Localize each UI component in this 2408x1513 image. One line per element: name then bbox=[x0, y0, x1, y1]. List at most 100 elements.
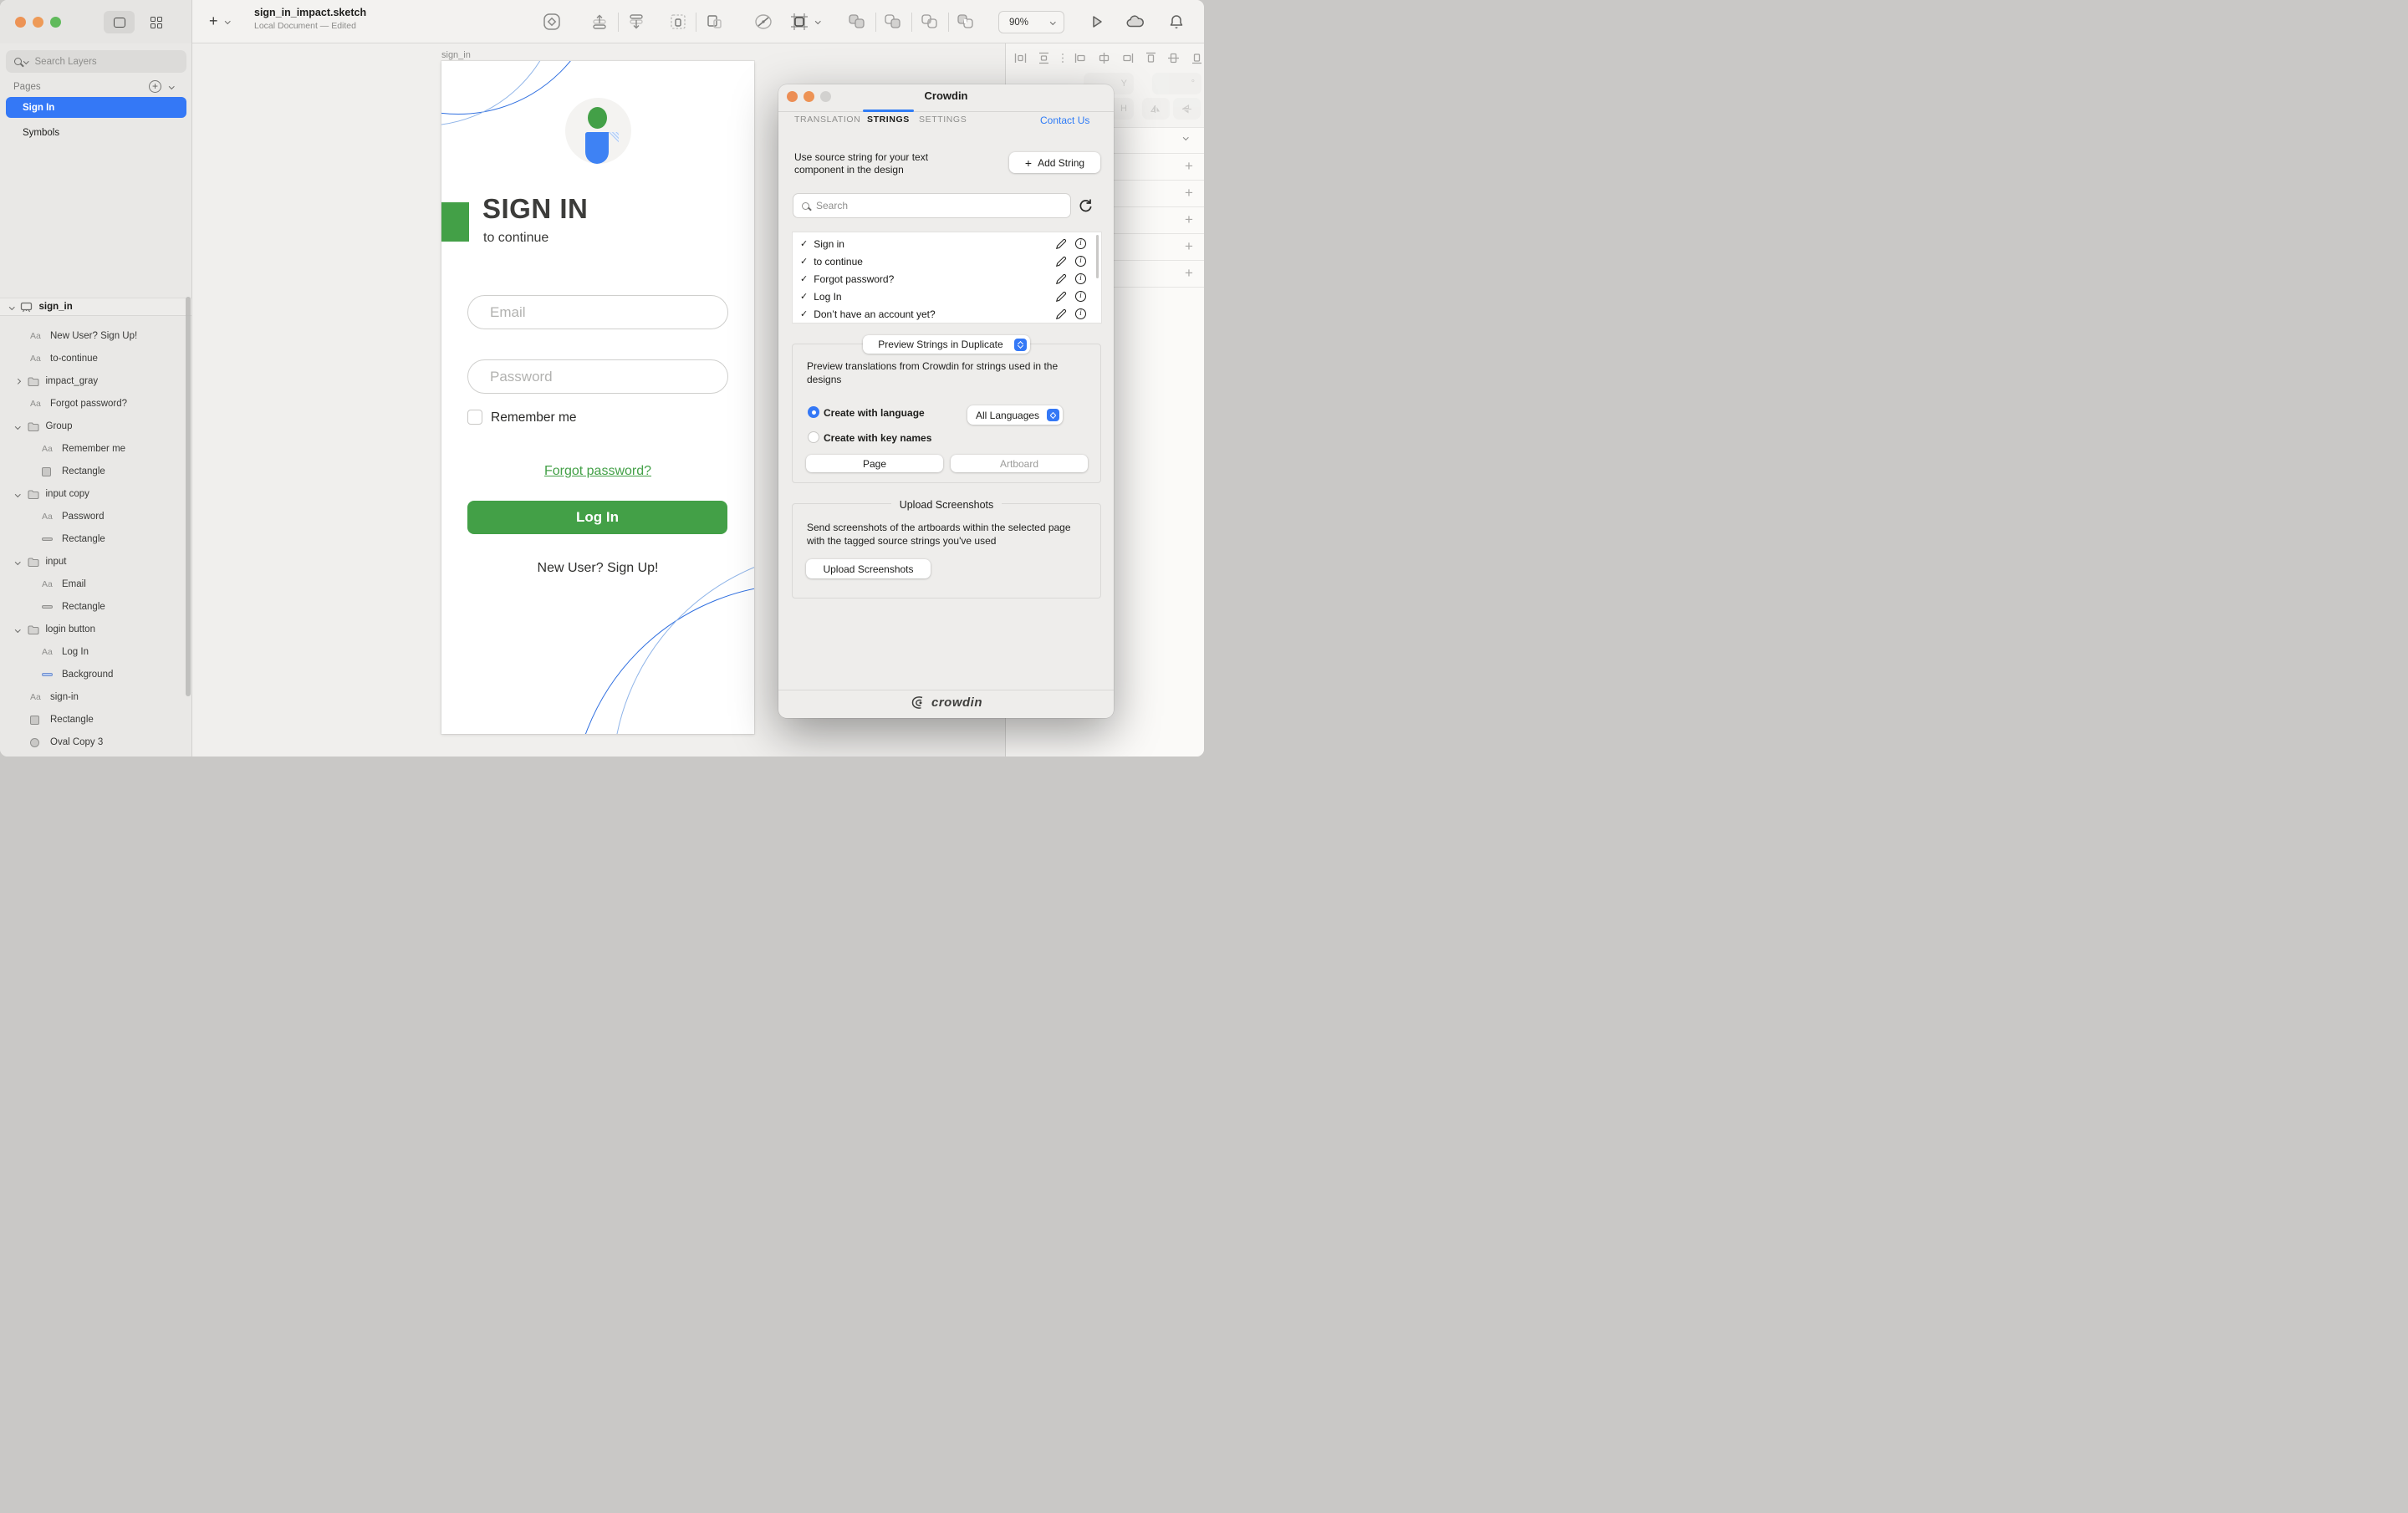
info-icon[interactable]: i bbox=[1075, 308, 1086, 319]
window-zoom-button[interactable] bbox=[50, 17, 61, 28]
align-left-icon[interactable] bbox=[1074, 52, 1087, 64]
difference-icon[interactable] bbox=[956, 12, 976, 32]
layer-row[interactable]: Rectangle bbox=[42, 596, 105, 618]
upload-screenshots-button[interactable]: Upload Screenshots bbox=[806, 559, 931, 578]
rotation-field[interactable]: ° bbox=[1152, 73, 1201, 94]
sign-up-text[interactable]: New User? Sign Up! bbox=[441, 561, 754, 576]
layer-row[interactable]: impact_gray bbox=[16, 370, 98, 392]
artboard-title[interactable]: sign_in bbox=[441, 50, 471, 60]
layer-row[interactable]: Rectangle bbox=[42, 528, 105, 550]
send-backward-icon[interactable] bbox=[626, 12, 646, 32]
ungroup-icon[interactable] bbox=[704, 12, 724, 32]
subtract-icon[interactable] bbox=[883, 12, 903, 32]
flip-horizontal-button[interactable] bbox=[1142, 98, 1170, 120]
layer-row[interactable]: AaPassword bbox=[42, 506, 105, 527]
preview-strings-duplicate-button[interactable]: Preview Strings in Duplicate bbox=[863, 335, 1030, 354]
pages-collapse-chevron-icon[interactable] bbox=[169, 84, 174, 89]
chevron-down-icon[interactable] bbox=[15, 559, 20, 564]
info-icon[interactable]: i bbox=[1075, 256, 1086, 267]
group-icon[interactable] bbox=[668, 12, 688, 32]
bring-forward-icon[interactable] bbox=[589, 12, 610, 32]
create-with-key-names-radio[interactable] bbox=[808, 431, 819, 443]
chevron-down-icon[interactable] bbox=[15, 627, 20, 632]
page-button[interactable]: Page bbox=[806, 455, 943, 472]
artboard-button[interactable]: Artboard bbox=[951, 455, 1088, 472]
cloud-icon[interactable] bbox=[1125, 12, 1145, 32]
window-close-button[interactable] bbox=[15, 17, 26, 28]
layer-row[interactable]: AaEmail bbox=[42, 573, 86, 595]
stepper-icon[interactable] bbox=[1014, 339, 1027, 351]
symbol-icon[interactable] bbox=[542, 12, 562, 32]
align-bottom-icon[interactable] bbox=[1191, 52, 1203, 64]
distribute-vertical-icon[interactable] bbox=[1038, 52, 1050, 64]
info-icon[interactable]: i bbox=[1075, 238, 1086, 249]
chevron-down-icon[interactable] bbox=[15, 492, 20, 497]
section-collapse-chevron-icon[interactable] bbox=[1183, 135, 1188, 140]
string-row[interactable]: ✓to continue i bbox=[793, 252, 1101, 270]
info-icon[interactable]: i bbox=[1075, 291, 1086, 302]
sidebar-scrollbar[interactable] bbox=[186, 297, 191, 696]
strings-search-field[interactable]: Search bbox=[793, 193, 1071, 218]
string-row[interactable]: ✓Don’t have an account yet? i bbox=[793, 305, 1101, 323]
layer-row[interactable]: Aasign-in bbox=[30, 686, 79, 708]
canvas-view-toggle[interactable] bbox=[104, 11, 135, 33]
add-style-button[interactable]: + bbox=[1183, 214, 1195, 226]
play-icon[interactable] bbox=[1087, 12, 1107, 32]
insert-button[interactable]: + bbox=[209, 13, 229, 30]
distribute-horizontal-icon[interactable] bbox=[1014, 52, 1027, 64]
grid-view-toggle[interactable] bbox=[140, 11, 171, 33]
sidebar-page-symbols[interactable]: Symbols bbox=[6, 122, 186, 143]
layer-row[interactable]: input copy bbox=[16, 483, 89, 505]
layer-row[interactable]: AaLog In bbox=[42, 641, 89, 663]
edit-pencil-icon[interactable] bbox=[1055, 308, 1067, 320]
align-center-horizontal-icon[interactable] bbox=[1098, 52, 1110, 64]
artboard[interactable]: SIGN IN to continue Email Password Remem… bbox=[441, 61, 754, 734]
layer-row[interactable]: Rectangle bbox=[42, 461, 105, 482]
add-page-button[interactable]: + bbox=[149, 80, 161, 93]
language-dropdown[interactable]: All Languages bbox=[967, 405, 1063, 425]
zoom-select[interactable]: 90% bbox=[998, 11, 1064, 33]
layer-row[interactable]: Group bbox=[16, 415, 72, 437]
frame-chevron-icon[interactable] bbox=[815, 18, 820, 23]
artboard-layer-header[interactable]: sign_in bbox=[0, 298, 191, 316]
password-field[interactable]: Password bbox=[467, 359, 728, 394]
layer-row[interactable]: AaRemember me bbox=[42, 438, 125, 460]
tab-settings[interactable]: SETTINGS bbox=[919, 115, 967, 125]
add-string-button[interactable]: + Add String bbox=[1009, 152, 1100, 173]
edit-pencil-icon[interactable] bbox=[1055, 273, 1067, 285]
edit-pencil-icon[interactable] bbox=[1055, 238, 1067, 250]
layer-row[interactable]: Oval Copy 3 bbox=[30, 731, 103, 753]
log-in-button[interactable]: Log In bbox=[467, 501, 727, 534]
layer-row[interactable]: AaNew User? Sign Up! bbox=[30, 325, 137, 347]
contact-us-link[interactable]: Contact Us bbox=[1040, 115, 1089, 126]
edit-pencil-icon[interactable] bbox=[1055, 256, 1067, 267]
sidebar-page-sign-in[interactable]: Sign In bbox=[6, 97, 186, 118]
union-icon[interactable] bbox=[847, 12, 867, 32]
tab-translation[interactable]: TRANSLATION bbox=[794, 115, 860, 125]
edit-pencil-icon[interactable] bbox=[1055, 291, 1067, 303]
align-top-icon[interactable] bbox=[1145, 52, 1157, 64]
align-middle-vertical-icon[interactable] bbox=[1167, 52, 1180, 64]
add-style-button[interactable]: + bbox=[1183, 267, 1195, 279]
forgot-password-link[interactable]: Forgot password? bbox=[441, 464, 754, 479]
email-field[interactable]: Email bbox=[467, 295, 728, 329]
layer-row[interactable]: AaForgot password? bbox=[30, 393, 127, 415]
tab-strings[interactable]: STRINGS bbox=[867, 115, 910, 125]
remember-me-checkbox[interactable] bbox=[467, 410, 482, 425]
layer-row[interactable]: Background bbox=[42, 664, 113, 685]
window-minimize-button[interactable] bbox=[33, 17, 43, 28]
edit-shape-icon[interactable] bbox=[753, 12, 773, 32]
create-with-language-radio[interactable] bbox=[808, 406, 819, 418]
layer-row[interactable]: Aato-continue bbox=[30, 348, 98, 369]
flip-vertical-button[interactable] bbox=[1173, 98, 1201, 120]
align-right-icon[interactable] bbox=[1121, 52, 1134, 64]
chevron-down-icon[interactable] bbox=[15, 424, 20, 429]
layer-row[interactable]: Rectangle bbox=[30, 709, 94, 731]
string-row[interactable]: ✓Log In i bbox=[793, 288, 1101, 305]
strings-list-scrollbar[interactable] bbox=[1096, 235, 1099, 278]
string-row[interactable]: ✓Sign in i bbox=[793, 235, 1101, 252]
refresh-icon[interactable] bbox=[1078, 198, 1094, 218]
add-style-button[interactable]: + bbox=[1183, 160, 1195, 172]
notifications-icon[interactable] bbox=[1166, 12, 1186, 32]
string-row[interactable]: ✓Forgot password? i bbox=[793, 270, 1101, 288]
